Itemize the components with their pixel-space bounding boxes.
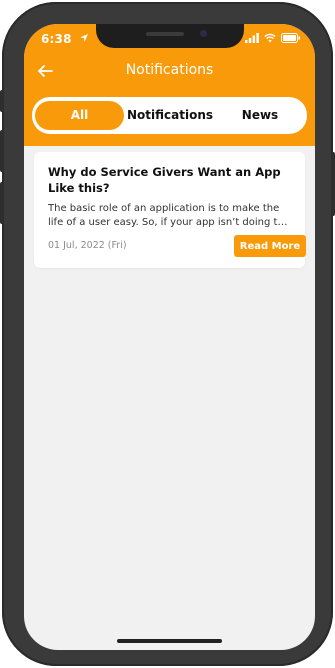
front-camera (200, 30, 207, 37)
device-notch (96, 24, 244, 48)
status-time: 6:38 (41, 32, 72, 46)
wifi-icon (264, 33, 276, 43)
app-screen: 6:38 Notifications All Notifications New… (24, 24, 315, 650)
notification-excerpt: The basic role of an application is to m… (48, 202, 292, 230)
app-header: 6:38 Notifications All Notifications New… (24, 24, 315, 146)
page-title: Notifications (125, 62, 214, 78)
battery-icon (281, 33, 300, 43)
silent-switch (0, 90, 4, 112)
volume-up-button (0, 130, 4, 172)
tab-bar: All Notifications News (32, 97, 307, 134)
notification-title: Why do Service Givers Want an App Like t… (48, 165, 281, 195)
power-button (331, 152, 335, 216)
tab-notifications[interactable]: Notifications (125, 101, 215, 130)
phone-frame: 6:38 Notifications All Notifications New… (0, 2, 335, 666)
home-indicator[interactable] (117, 639, 222, 643)
location-arrow-icon (80, 34, 88, 42)
notification-date: 01 Jul, 2022 (Fri) (48, 240, 127, 251)
notification-card[interactable]: Why do Service Givers Want an App Like t… (34, 152, 306, 268)
tab-news[interactable]: News (216, 101, 304, 130)
notification-excerpt-line-1: The basic role of an application is to m… (48, 203, 280, 214)
signal-icon (245, 33, 259, 43)
notification-excerpt-line-2: life of a user easy. So, if your app isn… (48, 217, 292, 228)
earpiece-speaker (146, 32, 184, 36)
volume-down-button (0, 182, 4, 224)
status-icons (245, 33, 301, 43)
tab-all[interactable]: All (35, 101, 124, 130)
read-more-button[interactable]: Read More (234, 235, 306, 257)
